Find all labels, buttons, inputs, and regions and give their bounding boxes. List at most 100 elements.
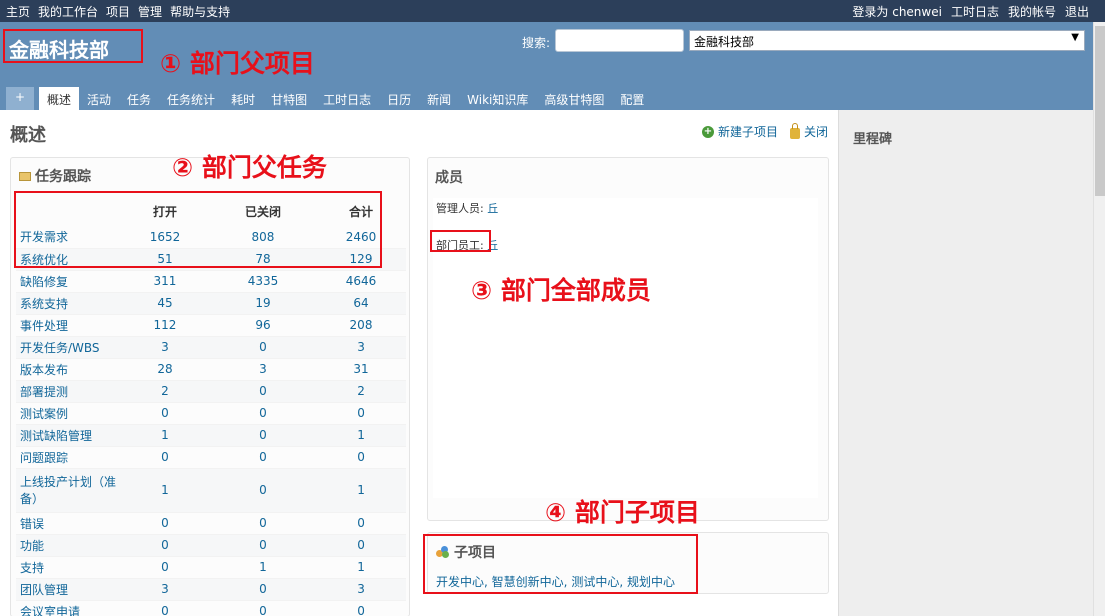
top-link-admin[interactable]: 管理: [138, 3, 162, 20]
table-row: 团队管理 3 0 3: [16, 578, 406, 601]
annotation-1: ① 部门父项目: [160, 49, 315, 78]
tracker-name-cell[interactable]: 系统支持: [16, 292, 120, 315]
tracker-name-cell[interactable]: 会议室申请: [16, 600, 120, 616]
table-row: 功能 0 0 0: [16, 534, 406, 557]
closed-count-cell[interactable]: 0: [209, 380, 317, 403]
tracker-name-cell[interactable]: 测试案例: [16, 402, 120, 425]
page-scrollbar[interactable]: [1093, 22, 1105, 616]
closed-count-cell[interactable]: 0: [209, 468, 317, 513]
add-icon: +: [701, 125, 714, 138]
tab-advanced-gantt[interactable]: 高级甘特图: [536, 87, 612, 110]
total-count-cell[interactable]: 0: [316, 446, 406, 469]
open-count-cell[interactable]: 0: [120, 402, 210, 425]
total-count-cell[interactable]: 64: [316, 292, 406, 315]
tracker-name-cell[interactable]: 缺陷修复: [16, 270, 120, 293]
closed-count-cell[interactable]: 0: [209, 402, 317, 425]
open-count-cell[interactable]: 45: [120, 292, 210, 315]
annotation-2: ② 部门父任务: [172, 153, 327, 182]
total-count-cell[interactable]: 208: [316, 314, 406, 337]
project-jump-select[interactable]: 金融科技部 ▼: [689, 30, 1085, 51]
tab-spent-time[interactable]: 耗时: [223, 87, 263, 110]
open-count-cell[interactable]: 0: [120, 534, 210, 557]
top-link-my-page[interactable]: 我的工作台: [38, 3, 98, 20]
tab-activity[interactable]: 活动: [79, 87, 119, 110]
total-count-cell[interactable]: 0: [316, 600, 406, 616]
closed-count-cell[interactable]: 0: [209, 600, 317, 616]
closed-count-cell[interactable]: 4335: [209, 270, 317, 293]
tracker-name-cell[interactable]: 功能: [16, 534, 120, 557]
closed-count-cell[interactable]: 3: [209, 358, 317, 381]
open-count-cell[interactable]: 28: [120, 358, 210, 381]
closed-count-cell[interactable]: 0: [209, 578, 317, 601]
top-link-home[interactable]: 主页: [6, 3, 30, 20]
closed-count-cell[interactable]: 96: [209, 314, 317, 337]
tracker-name-cell[interactable]: 问题跟踪: [16, 446, 120, 469]
total-count-cell[interactable]: 3: [316, 336, 406, 359]
tracker-name-cell[interactable]: 事件处理: [16, 314, 120, 337]
total-count-cell[interactable]: 1: [316, 556, 406, 579]
tab-overview[interactable]: 概述: [39, 87, 80, 110]
top-link-logout[interactable]: 退出: [1065, 3, 1089, 20]
tab-wiki[interactable]: Wiki知识库: [459, 87, 536, 110]
scrollbar-thumb[interactable]: [1095, 26, 1105, 196]
open-count-cell[interactable]: 311: [120, 270, 210, 293]
tracker-name-cell[interactable]: 团队管理: [16, 578, 120, 601]
open-count-cell[interactable]: 3: [120, 578, 210, 601]
total-count-cell[interactable]: 31: [316, 358, 406, 381]
open-count-cell[interactable]: 1: [120, 468, 210, 513]
total-count-cell[interactable]: 0: [316, 402, 406, 425]
top-link-time-log[interactable]: 工时日志: [951, 3, 999, 20]
tab-issues[interactable]: 任务: [119, 87, 159, 110]
new-subproject-link[interactable]: + 新建子项目: [701, 123, 778, 140]
tracker-name-cell[interactable]: 错误: [16, 512, 120, 535]
top-link-my-account[interactable]: 我的帐号: [1008, 3, 1056, 20]
issue-tracking-title: 任务跟踪: [35, 169, 91, 185]
closed-count-cell[interactable]: 1: [209, 556, 317, 579]
top-link-projects[interactable]: 项目: [106, 3, 130, 20]
total-count-cell[interactable]: 2: [316, 380, 406, 403]
open-count-cell[interactable]: 2: [120, 380, 210, 403]
table-row: 错误 0 0 0: [16, 512, 406, 535]
manager-value[interactable]: 丘: [487, 202, 498, 215]
main-menu-tabs: + 概述 活动 任务 任务统计 耗时 甘特图 工时日志 日历 新闻 Wiki知识…: [6, 87, 652, 110]
top-link-help[interactable]: 帮助与支持: [170, 3, 230, 20]
closed-count-cell[interactable]: 0: [209, 446, 317, 469]
tracker-name-cell[interactable]: 测试缺陷管理: [16, 424, 120, 447]
tab-issue-stats[interactable]: 任务统计: [159, 87, 223, 110]
open-count-cell[interactable]: 0: [120, 556, 210, 579]
new-object-button[interactable]: +: [6, 87, 34, 110]
close-project-link[interactable]: 关闭: [789, 122, 828, 140]
tab-time-log[interactable]: 工时日志: [315, 87, 379, 110]
tracker-name-cell[interactable]: 开发任务/WBS: [16, 336, 120, 359]
dropdown-arrow-icon: ▼: [1071, 32, 1079, 43]
open-count-cell[interactable]: 0: [120, 512, 210, 535]
tracker-name-cell[interactable]: 版本发布: [16, 358, 120, 381]
logged-in-as: 登录为 chenwei: [852, 5, 942, 19]
sidebar-title-milestones: 里程碑: [853, 132, 893, 147]
total-count-cell[interactable]: 0: [316, 534, 406, 557]
closed-count-cell[interactable]: 0: [209, 336, 317, 359]
closed-count-cell[interactable]: 0: [209, 534, 317, 557]
open-count-cell[interactable]: 0: [120, 600, 210, 616]
total-count-cell[interactable]: 0: [316, 512, 406, 535]
open-count-cell[interactable]: 0: [120, 446, 210, 469]
total-count-cell[interactable]: 1: [316, 468, 406, 513]
tracker-name-cell[interactable]: 支持: [16, 556, 120, 579]
open-count-cell[interactable]: 112: [120, 314, 210, 337]
tracker-name-cell[interactable]: 上线投产计划（准备）: [16, 468, 120, 513]
total-count-cell[interactable]: 3: [316, 578, 406, 601]
closed-count-cell[interactable]: 0: [209, 424, 317, 447]
open-count-cell[interactable]: 3: [120, 336, 210, 359]
manager-row: 管理人员: 丘: [436, 200, 498, 216]
tab-settings[interactable]: 配置: [612, 87, 652, 110]
tab-gantt[interactable]: 甘特图: [263, 87, 315, 110]
closed-count-cell[interactable]: 19: [209, 292, 317, 315]
search-input[interactable]: [555, 29, 684, 52]
tab-news[interactable]: 新闻: [419, 87, 459, 110]
open-count-cell[interactable]: 1: [120, 424, 210, 447]
tracker-name-cell[interactable]: 部署提测: [16, 380, 120, 403]
total-count-cell[interactable]: 1: [316, 424, 406, 447]
closed-count-cell[interactable]: 0: [209, 512, 317, 535]
total-count-cell[interactable]: 4646: [316, 270, 406, 293]
tab-calendar[interactable]: 日历: [379, 87, 419, 110]
